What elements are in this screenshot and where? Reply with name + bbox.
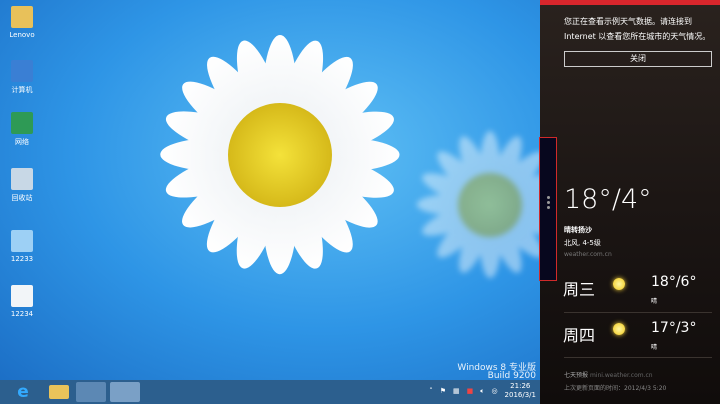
desktop-icon-label: 网络 (15, 138, 29, 146)
taskbar: e ˄ ⚑ ▦ ■ 🔈︎ ◎ 21:26 2016/3/1 (0, 380, 540, 404)
sunny-icon (613, 323, 625, 335)
date: 2016/3/1 (504, 391, 536, 399)
recycle-bin-icon (11, 168, 33, 190)
time: 21:26 (510, 382, 531, 390)
settings-tray-icon[interactable]: ◎ (491, 387, 497, 395)
network-tray-icon[interactable]: ▦ (453, 387, 460, 395)
seven-day-link[interactable]: mini.weather.com.cn (590, 372, 653, 379)
desktop-icon-5[interactable]: 12234 (4, 285, 40, 318)
last-updated: 上次更新页面的时间：2012/4/3 5:20 (564, 385, 667, 392)
desktop-icon-2[interactable]: 网络 (4, 112, 40, 147)
show-hidden-icon[interactable]: ˄ (429, 387, 433, 395)
clock[interactable]: 21:26 2016/3/1 (505, 382, 536, 400)
desktop: Lenovo 计算机 网络 回收站 12233 12234 Windows 8 专业版 B… (0, 0, 540, 380)
forecast-day: 周四 (563, 326, 596, 345)
forecast-condition: 晴 (651, 344, 658, 351)
seven-day-label[interactable]: 七天预报 (564, 372, 588, 379)
desktop-icon-1[interactable]: 计算机 (4, 60, 40, 95)
sunny-icon (613, 278, 625, 290)
explorer-icon[interactable] (49, 385, 69, 399)
remote-app-icon[interactable] (76, 382, 106, 402)
close-button[interactable]: 关闭 (564, 51, 712, 67)
desktop-icon-label: 回收站 (11, 194, 33, 202)
volume-icon[interactable]: 🔈︎ (480, 387, 484, 396)
image-file-icon (11, 230, 33, 252)
divider (564, 357, 712, 358)
forecast-day: 周三 (563, 280, 596, 299)
flower-center (458, 173, 522, 237)
desktop-icon-label: 计算机 (11, 86, 33, 94)
grip-dot (546, 206, 550, 209)
desktop-icon-0[interactable]: Lenovo (4, 6, 40, 39)
network-icon (11, 112, 33, 134)
grip-dot (546, 196, 550, 199)
desktop-icon-3[interactable]: 回收站 (4, 168, 40, 203)
security-icon[interactable]: ■ (467, 387, 474, 395)
computer-icon (11, 60, 33, 82)
grip-dot (546, 201, 550, 204)
flag-icon[interactable]: ⚑ (440, 387, 446, 395)
forecast-condition: 晴 (651, 298, 658, 305)
current-wind: 北风, 4-5级 (564, 239, 601, 247)
current-temp: 18°/4° (564, 184, 652, 215)
image-file-icon (11, 285, 33, 307)
weather-app-panel: 您正在查看示例天气数据。请连接到 Internet 以查看您所在城市的天气情况。… (540, 0, 720, 404)
source-link[interactable]: weather.com.cn (564, 251, 612, 258)
app-icon[interactable] (110, 382, 140, 402)
forecast-temp: 17°/3° (651, 320, 697, 336)
desktop-icon-4[interactable]: 12233 (4, 230, 40, 263)
desktop-icon-label: 12234 (10, 310, 34, 318)
divider (564, 312, 712, 313)
system-tray: ˄ ⚑ ▦ ■ 🔈︎ ◎ 21:26 2016/3/1 (429, 382, 536, 400)
build-watermark: Build 9200 (487, 371, 536, 380)
forecast-temp: 18°/6° (651, 274, 697, 290)
ie-icon[interactable]: e (8, 382, 38, 402)
accent-bar (540, 0, 720, 5)
current-condition: 晴转扬沙 (564, 226, 592, 234)
desktop-icon-label: Lenovo (9, 31, 35, 39)
desktop-icon-label: 12233 (10, 255, 34, 263)
folder-icon (11, 6, 33, 28)
snap-divider-handle[interactable] (539, 137, 557, 281)
sample-data-notice: 您正在查看示例天气数据。请连接到 Internet 以查看您所在城市的天气情况。 (564, 17, 711, 41)
flower-center (228, 103, 332, 207)
